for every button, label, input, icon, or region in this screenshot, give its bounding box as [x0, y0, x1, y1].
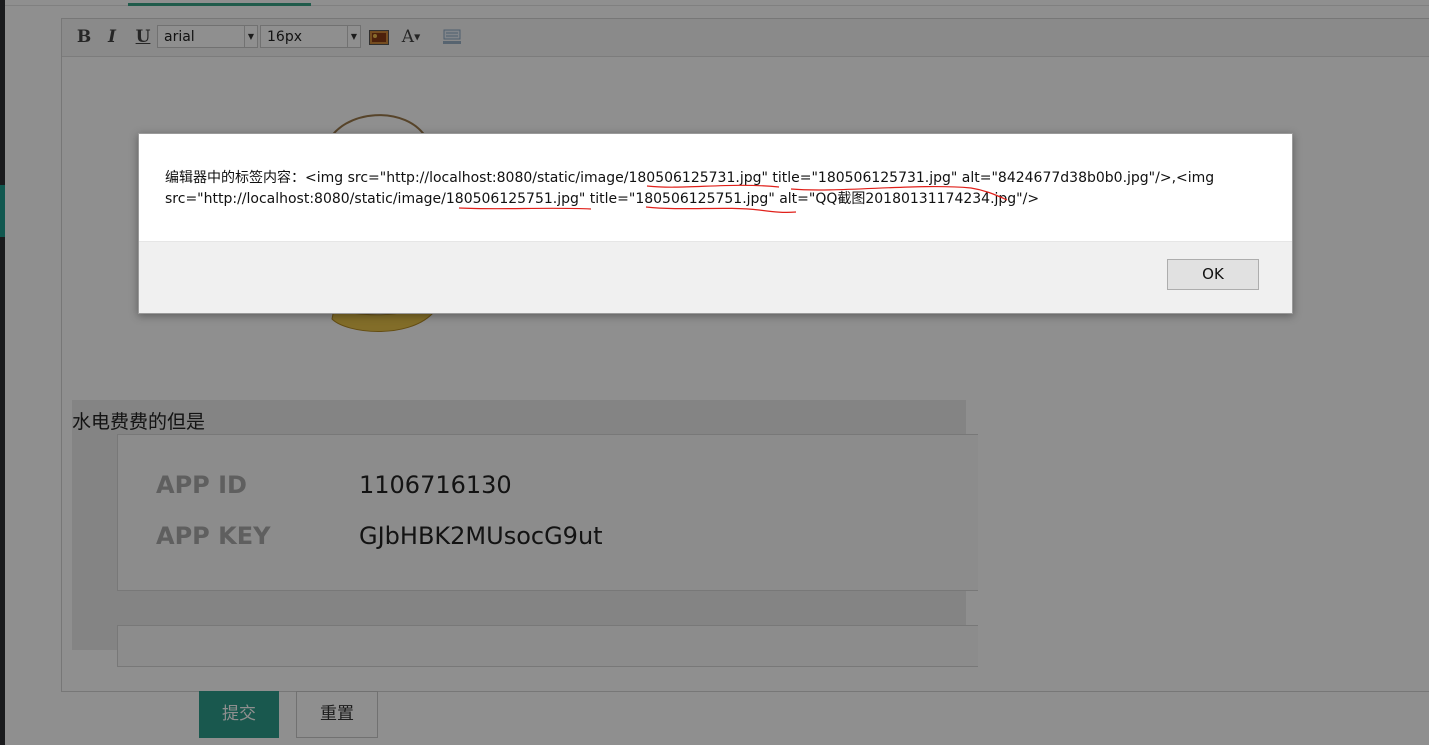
alert-footer: OK	[139, 241, 1292, 313]
alert-message-line-1: 编辑器中的标签内容：<img src="http://localhost:808…	[165, 170, 1215, 186]
alert-message-line-2: src="http://localhost:8080/static/image/…	[165, 190, 1040, 207]
alert-message: 编辑器中的标签内容：<img src="http://localhost:808…	[165, 168, 1255, 209]
ok-button[interactable]: OK	[1167, 259, 1259, 290]
alert-dialog: 编辑器中的标签内容：<img src="http://localhost:808…	[138, 133, 1293, 314]
modal-overlay	[0, 0, 1429, 745]
